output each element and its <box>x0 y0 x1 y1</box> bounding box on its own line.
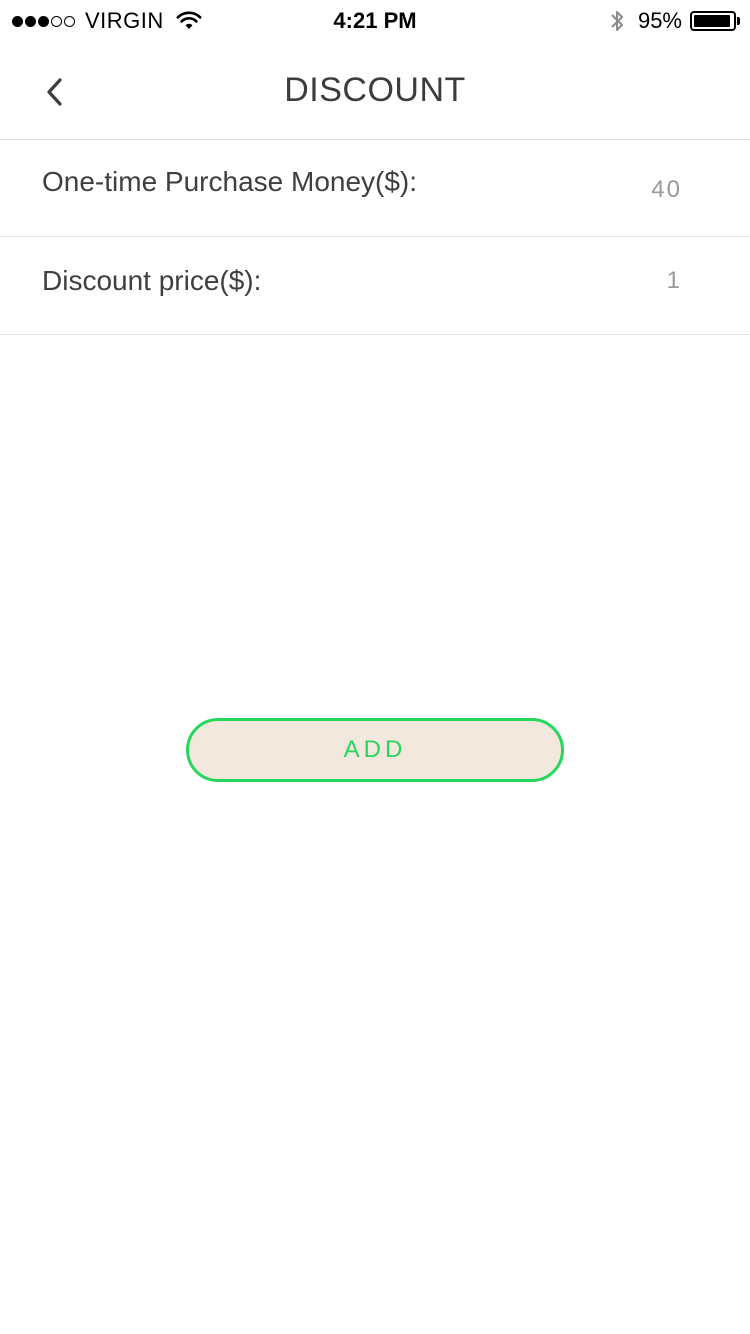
discount-price-label: Discount price($): <box>42 265 262 296</box>
status-bar: VIRGIN 4:21 PM 95% <box>0 0 750 40</box>
bluetooth-icon <box>611 11 623 31</box>
purchase-money-label: One-time Purchase Money($): <box>42 166 418 197</box>
status-right: 95% <box>608 8 740 34</box>
battery-percentage: 95% <box>637 8 682 33</box>
page-title: DISCOUNT <box>284 71 466 109</box>
battery-icon <box>690 11 736 31</box>
add-button[interactable]: ADD <box>186 718 564 782</box>
discount-price-input[interactable] <box>482 267 682 295</box>
battery-tip <box>737 17 740 25</box>
purchase-money-row[interactable]: One-time Purchase Money($): <box>0 140 750 237</box>
purchase-money-input[interactable] <box>482 176 682 204</box>
nav-bar: DISCOUNT <box>0 40 750 140</box>
battery-fill <box>694 15 730 27</box>
discount-price-row[interactable]: Discount price($): <box>0 238 750 335</box>
discount-screen: VIRGIN 4:21 PM 95% DISCOUNT One-time Pur… <box>0 0 750 1334</box>
